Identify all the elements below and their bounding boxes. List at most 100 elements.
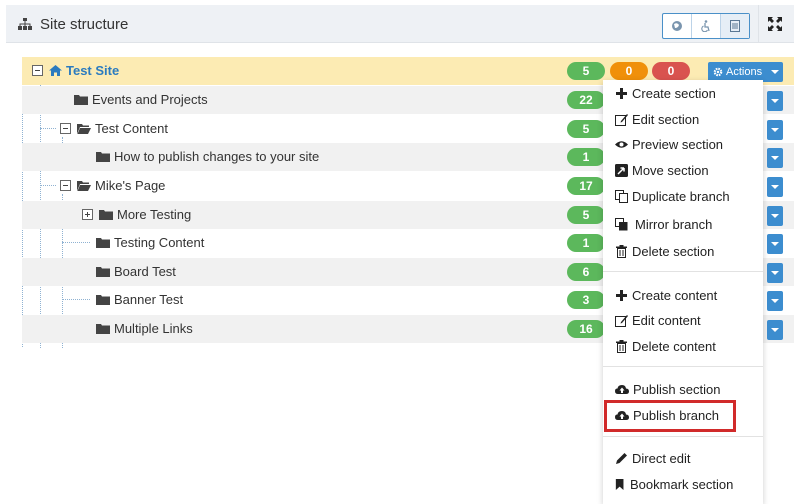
copy-icon [615,190,628,203]
folder-icon [99,210,113,220]
menu-item-label: Preview section [632,137,724,152]
tree-row-text: Mike's Page [95,178,166,193]
menu-item-label: Create content [632,288,718,303]
edit-icon [615,114,628,126]
row-actions-caret[interactable] [767,291,783,311]
trash-icon [616,245,627,258]
row-actions-caret[interactable] [767,234,783,254]
row-actions-caret[interactable] [767,91,783,111]
menu-item-label: Move section [632,163,709,178]
tree-row-label[interactable]: Multiple Links [96,321,193,336]
tree-row-label[interactable]: Board Test [96,264,176,279]
menu-item-delete-content[interactable]: Delete content [615,339,716,354]
count-badge: 3 [567,291,605,309]
menu-divider [603,436,763,437]
menu-divider [603,271,763,272]
count-badge: 5 [567,206,605,224]
collapse-icon[interactable] [60,180,71,191]
count-badge: 1 [567,234,605,252]
count-badge: 6 [567,263,605,281]
row-actions-caret[interactable] [767,148,783,168]
plus-icon [616,88,627,99]
menu-item-create-section[interactable]: Create section [615,86,716,101]
trash-icon [616,340,627,353]
collapse-icon[interactable] [32,65,43,76]
menu-item-mirror-branch[interactable]: Mirror branch [615,217,712,232]
menu-item-bookmark-section[interactable]: Bookmark section [615,477,733,492]
menu-item-label: Publish section [633,382,721,397]
pending-badge: 0 [610,62,648,80]
menu-item-label: Bookmark section [630,477,734,492]
menu-item-direct-edit[interactable]: Direct edit [615,451,691,466]
menu-item-delete-section[interactable]: Delete section [615,244,714,259]
folder-open-icon [77,124,91,134]
panel-title: Site structure [40,16,129,33]
expand-arrows-icon[interactable] [768,17,782,31]
tree-row-text: More Testing [117,207,192,222]
panel-header: Site structure [6,5,794,43]
tree-row-label[interactable]: More Testing [82,207,191,222]
menu-item-label: Edit content [632,313,701,328]
folder-icon [96,324,110,334]
accessibility-icon[interactable] [692,14,721,38]
count-badge: 5 [567,120,605,138]
count-badge: 17 [567,177,605,195]
edit-icon [615,315,628,327]
tree-row-label[interactable]: Testing Content [96,235,204,250]
annotation-highlight-box [604,400,736,432]
cloud-upload-icon [615,385,629,394]
tree-row-label[interactable]: Banner Test [96,292,183,307]
menu-divider [603,366,763,367]
menu-item-label: Create section [632,86,716,101]
row-actions-caret[interactable] [767,263,783,283]
folder-icon [74,95,88,105]
sitemap-icon [18,18,32,30]
menu-item-move-section[interactable]: Move section [615,163,709,178]
menu-item-publish-section[interactable]: Publish section [615,382,720,397]
folder-icon [96,238,110,248]
row-actions-caret[interactable] [767,206,783,226]
count-badge: 16 [567,320,605,338]
eye-icon [615,141,628,148]
tree-root-text: Test Site [66,63,120,78]
menu-item-edit-content[interactable]: Edit content [615,313,701,328]
folder-icon [96,267,110,277]
count-badge: 22 [567,91,605,109]
bookmark-icon [615,479,624,490]
tree-row-text: Multiple Links [114,321,193,336]
header-separator [758,5,759,43]
tree-row-text: Banner Test [114,292,184,307]
tree-root-label[interactable]: Test Site [32,63,119,78]
globe-icon[interactable] [663,14,692,38]
plus-icon [616,290,627,301]
row-actions-caret[interactable] [767,177,783,197]
menu-item-label: Duplicate branch [632,189,730,204]
tree-row-text: Board Test [114,264,176,279]
home-icon [49,65,62,76]
mirror-icon [615,218,628,231]
menu-item-edit-section[interactable]: Edit section [615,112,699,127]
folder-icon [96,152,110,162]
row-actions-caret[interactable] [767,120,783,140]
menu-item-preview-section[interactable]: Preview section [615,137,723,152]
caret-down-icon [771,70,779,74]
menu-item-duplicate-branch[interactable]: Duplicate branch [615,189,730,204]
tree-row-text: Events and Projects [92,92,208,107]
tree-row-label[interactable]: Test Content [60,121,168,136]
collapse-icon[interactable] [60,123,71,134]
menu-item-label: Delete section [632,244,715,259]
count-badge: 1 [567,148,605,166]
actions-button[interactable]: Actions [708,62,783,82]
folder-open-icon [77,181,91,191]
move-icon [615,164,628,177]
expand-icon[interactable] [82,209,93,220]
tree-row-label[interactable]: Events and Projects [74,92,208,107]
menu-item-create-content[interactable]: Create content [615,288,717,303]
pencil-icon [616,453,627,464]
count-badge: 5 [567,62,605,80]
document-icon[interactable] [721,14,749,38]
row-actions-caret[interactable] [767,320,783,340]
tree-row-label[interactable]: How to publish changes to your site [96,149,319,164]
tree-row-text: Test Content [95,121,168,136]
tree-row-label[interactable]: Mike's Page [60,178,165,193]
